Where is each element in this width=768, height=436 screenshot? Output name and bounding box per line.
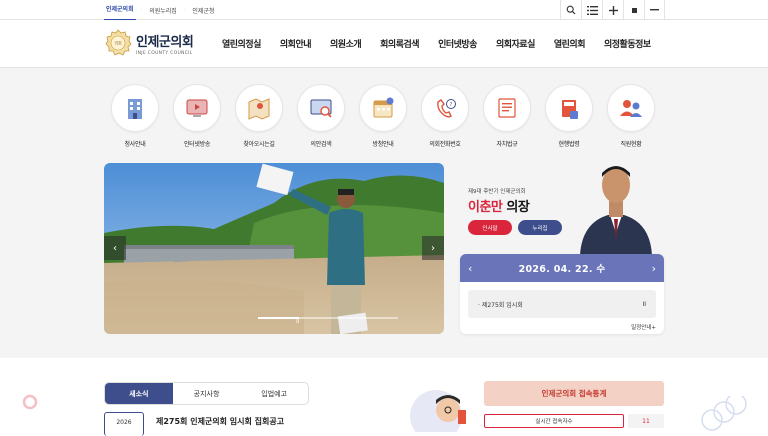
nav-item-broadcast[interactable]: 인터넷방송 [438, 37, 477, 50]
tab-notice[interactable]: 공지사항 [173, 383, 241, 404]
chairman-photo [580, 166, 652, 255]
calendar-next-button[interactable]: › [652, 262, 656, 275]
slider-progress-fill [258, 317, 299, 319]
slider-photo [104, 163, 444, 334]
law-icon [498, 98, 516, 118]
quick-item-broadcast[interactable]: 인터넷방송 [173, 84, 221, 148]
council-seal-icon: 의회 [105, 29, 132, 56]
quick-item-map[interactable]: 찾아오시는길 [235, 84, 283, 148]
news-headline[interactable]: 제275회 인제군의회 임시회 집회공고 [156, 416, 284, 427]
mascot-illustration [410, 390, 466, 432]
svg-text:의회: 의회 [114, 40, 122, 46]
nav-item-minutes[interactable]: 회의록검색 [380, 37, 419, 50]
slider-progress [258, 317, 398, 319]
decorative-circles-icon [701, 396, 747, 431]
nav-item-open-council[interactable]: 열린의회 [554, 37, 586, 50]
news-date-badge: 2026 [104, 412, 144, 436]
staff-icon [620, 100, 642, 117]
tab-news[interactable]: 새소식 [105, 383, 173, 404]
map-icon [248, 98, 270, 120]
main-header: 의회 인제군의회 INJE COUNTY COUNCIL 열린의정실 의회안내 … [0, 20, 768, 68]
top-utility-bar: 인제군의회 · 의원누리집 · 인제군청 [0, 0, 768, 20]
nav-item-archive[interactable]: 의회자료실 [496, 37, 535, 50]
phone-icon: ? [437, 99, 456, 118]
realtime-visitor-label: 실시간 접속자수 [484, 414, 624, 428]
calendar-prev-button[interactable]: ‹ [468, 262, 472, 275]
quick-item-current-law[interactable]: 현행법령 [545, 84, 593, 148]
reset-icon[interactable] [623, 0, 644, 20]
building-icon [128, 99, 142, 119]
site-name-english: INJE COUNTY COUNCIL [136, 50, 193, 56]
main-navigation: 열린의정실 의회안내 의원소개 회의록검색 인터넷방송 의회자료실 열린의회 의… [222, 37, 651, 50]
calendar-event-mark: II [642, 300, 646, 308]
site-logo[interactable]: 의회 인제군의회 INJE COUNTY COUNCIL [104, 29, 194, 57]
nav-item-council-info[interactable]: 의회안내 [280, 37, 312, 50]
zoom-in-icon[interactable] [602, 0, 623, 20]
visitor-stats-row: 실시간 접속자수 11 [484, 414, 664, 428]
chairman-name-line: 이춘만 의장 [468, 196, 530, 215]
homepage-button[interactable]: 누리집 [518, 220, 562, 235]
site-name: 인제군의회 [136, 34, 194, 50]
quick-item-building[interactable]: 청사안내 [111, 84, 159, 148]
slider-pause-button[interactable]: II [296, 318, 300, 325]
chairman-term: 제9대 후반기 인제군의회 [468, 189, 526, 195]
decorative-ring-icon [22, 394, 38, 410]
tab-legislation[interactable]: 입법예고 [240, 383, 308, 404]
schedule-more-link[interactable]: 일정안내+ [631, 323, 656, 331]
slider-prev-button[interactable]: ‹ [104, 236, 126, 260]
calendar-event[interactable]: · 제275회 임시회 II [468, 290, 656, 318]
calendar-header: ‹ 2026. 04. 22. 수 › [460, 254, 664, 282]
quick-item-staff[interactable]: 직원현황 [607, 84, 655, 148]
site-link-county[interactable]: 인제군청 [185, 6, 221, 15]
quick-item-visitor[interactable]: 방청안내 [359, 84, 407, 148]
zoom-out-icon[interactable] [644, 0, 665, 20]
main-visual-slider[interactable]: ‹ › [104, 163, 444, 334]
svg-text:?: ? [450, 102, 453, 108]
quick-item-law[interactable]: 자치법규 [483, 84, 531, 148]
site-links: 인제군의회 · 의원누리집 · 인제군청 [104, 0, 222, 20]
visitor-stats-title: 인제군의회 접속통계 [484, 381, 664, 406]
calendar-date: 2026. 04. 22. 수 [518, 264, 606, 275]
site-link-members[interactable]: 의원누리집 [142, 6, 184, 15]
site-link-council[interactable]: 인제군의회 [104, 0, 136, 20]
book-icon [562, 100, 578, 119]
nav-item-open-office[interactable]: 열린의정실 [222, 37, 261, 50]
broadcast-icon [186, 99, 208, 117]
nav-item-activity[interactable]: 의정활동정보 [604, 37, 651, 50]
bill-search-icon [310, 99, 332, 118]
search-icon[interactable] [560, 0, 581, 20]
chairman-title: 의장 [506, 200, 530, 215]
utility-icons [560, 0, 665, 20]
calendar-event-title: · 제275회 임시회 [478, 301, 523, 309]
calendar-icon [373, 97, 394, 118]
nav-item-members[interactable]: 의원소개 [330, 37, 362, 50]
chairman-card: 제9대 후반기 인제군의회 이춘만 의장 인사말 누리집 [460, 163, 664, 255]
quick-item-phone[interactable]: ? 의회전화번호 [421, 84, 469, 148]
greeting-button[interactable]: 인사말 [468, 220, 512, 235]
news-tab-bar: 새소식 공지사항 입법예고 [104, 382, 309, 405]
realtime-visitor-count: 11 [628, 414, 664, 428]
chairman-name: 이춘만 [468, 200, 503, 215]
schedule-calendar: ‹ 2026. 04. 22. 수 › · 제275회 임시회 II 일정안내+ [460, 254, 664, 334]
menu-list-icon[interactable] [581, 0, 602, 20]
quick-item-bill-search[interactable]: 의안검색 [297, 84, 345, 148]
slider-next-button[interactable]: › [422, 236, 444, 260]
